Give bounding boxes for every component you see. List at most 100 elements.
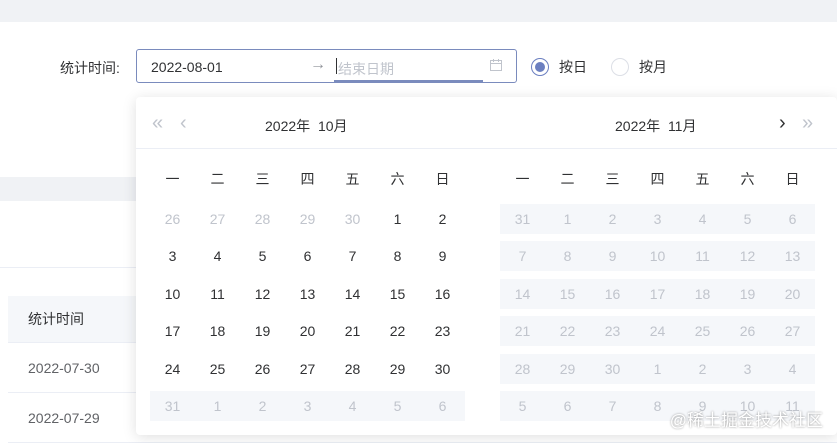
weekday-label: 一 xyxy=(515,171,530,187)
calendar-day-cell: 8 xyxy=(545,241,590,271)
calendar-day-cell[interactable]: 13 xyxy=(285,279,330,309)
calendar-day-cell[interactable]: 12 xyxy=(240,279,285,309)
start-date-input[interactable]: 2022-08-01 xyxy=(151,59,223,75)
text-caret xyxy=(336,58,337,74)
calendar-day-cell: 23 xyxy=(590,316,635,346)
calendar-day-cell[interactable]: 22 xyxy=(375,316,420,346)
calendar-day-cell: 26 xyxy=(725,316,770,346)
weekday-label: 日 xyxy=(785,171,800,187)
calendar-day-cell[interactable]: 16 xyxy=(420,279,465,309)
calendar-day-cell[interactable]: 21 xyxy=(330,316,375,346)
next-year-icon[interactable]: » xyxy=(802,113,813,133)
radio-by-month[interactable]: 按月 xyxy=(611,57,667,77)
calendar-day-cell: 22 xyxy=(545,316,590,346)
weekday-label: 二 xyxy=(210,171,225,187)
calendar-day-cell[interactable]: 4 xyxy=(195,241,240,271)
weekday-label: 四 xyxy=(300,171,315,187)
weekday-label: 五 xyxy=(695,171,710,187)
calendar-day-cell[interactable]: 23 xyxy=(420,316,465,346)
calendar-day-cell: 6 xyxy=(420,391,465,421)
calendar-day-cell[interactable]: 25 xyxy=(195,354,240,384)
calendar-day-cell[interactable]: 18 xyxy=(195,316,240,346)
radio-by-day-label: 按日 xyxy=(559,59,587,75)
date-range-popup: « ‹ 2022年 10月 2022年 11月 › » 一 二 三 四 五 六 … xyxy=(136,97,837,435)
calendar-day-cell: 5 xyxy=(375,391,420,421)
calendar-day-cell[interactable]: 29 xyxy=(285,204,330,234)
calendar-day-cell: 9 xyxy=(590,241,635,271)
calendar-day-cell[interactable]: 19 xyxy=(240,316,285,346)
calendar-day-cell[interactable]: 8 xyxy=(375,241,420,271)
calendar-icon xyxy=(490,59,502,71)
calendar-day-cell: 2 xyxy=(240,391,285,421)
left-title-month: 10月 xyxy=(317,118,348,134)
top-band xyxy=(0,0,837,22)
radio-unchecked-icon xyxy=(611,58,629,76)
calendar-day-cell: 7 xyxy=(500,241,545,271)
calendar-day-cell: 16 xyxy=(590,279,635,309)
calendar-day-cell: 4 xyxy=(330,391,375,421)
calendar-day-cell: 4 xyxy=(680,204,725,234)
calendar-week-row: 3456789 xyxy=(150,241,465,271)
calendar-day-cell[interactable]: 10 xyxy=(150,279,195,309)
calendar-week-row: 31 1 2 3 4 5 6 xyxy=(500,204,815,234)
calendar-day-cell[interactable]: 27 xyxy=(285,354,330,384)
calendar-day-cell[interactable]: 24 xyxy=(150,354,195,384)
calendar-day-cell[interactable]: 17 xyxy=(150,316,195,346)
calendar-day-cell[interactable]: 30 xyxy=(330,204,375,234)
date-range-picker[interactable]: 2022-08-01 → 结束日期 xyxy=(136,49,517,83)
calendar-day-cell[interactable]: 26 xyxy=(150,204,195,234)
calendar-day-cell[interactable]: 20 xyxy=(285,316,330,346)
calendar-day-cell[interactable]: 6 xyxy=(285,241,330,271)
stat-time-label: 统计时间: xyxy=(60,60,120,76)
right-title-year: 2022年 xyxy=(615,118,661,134)
calendar-day-cell: 11 xyxy=(680,241,725,271)
right-weekday-row: 一 二 三 四 五 六 日 xyxy=(500,169,815,189)
calendar-day-cell[interactable]: 7 xyxy=(330,241,375,271)
calendar-day-cell[interactable]: 28 xyxy=(330,354,375,384)
calendar-day-cell[interactable]: 11 xyxy=(195,279,240,309)
next-month-icon[interactable]: › xyxy=(779,113,786,133)
calendar-day-cell: 20 xyxy=(770,279,815,309)
calendar-day-cell[interactable]: 3 xyxy=(150,241,195,271)
prev-year-icon[interactable]: « xyxy=(152,113,163,133)
calendar-day-cell[interactable]: 2 xyxy=(420,204,465,234)
calendar-day-cell[interactable]: 15 xyxy=(375,279,420,309)
calendar-day-cell[interactable]: 26 xyxy=(240,354,285,384)
calendar-day-cell[interactable]: 1 xyxy=(375,204,420,234)
calendar-day-cell: 5 xyxy=(500,391,545,421)
calendar-day-cell: 29 xyxy=(545,354,590,384)
calendar-day-cell: 21 xyxy=(500,316,545,346)
calendar-day-cell: 18 xyxy=(680,279,725,309)
calendar-day-cell[interactable]: 30 xyxy=(420,354,465,384)
calendar-day-cell[interactable]: 28 xyxy=(240,204,285,234)
range-separator: → xyxy=(310,56,326,73)
calendar-day-cell: 30 xyxy=(590,354,635,384)
calendar-day-cell[interactable]: 5 xyxy=(240,241,285,271)
left-month-title: 2022年 10月 xyxy=(265,116,348,136)
calendar-day-cell: 19 xyxy=(725,279,770,309)
calendar-day-cell: 3 xyxy=(725,354,770,384)
calendar-week-row: 26 27 28 29 30 1 2 xyxy=(150,204,465,234)
calendar-day-cell[interactable]: 14 xyxy=(330,279,375,309)
calendar-week-row: 14 15 16 17 18 19 20 xyxy=(500,279,815,309)
right-month-title: 2022年 11月 xyxy=(615,116,696,136)
calendar-day-cell[interactable]: 9 xyxy=(420,241,465,271)
calendar-day-cell: 3 xyxy=(285,391,330,421)
weekday-label: 二 xyxy=(560,171,575,187)
weekday-label: 三 xyxy=(255,171,270,187)
calendar-week-row: 28 29 30 1 2 3 4 xyxy=(500,354,815,384)
calendar-day-cell: 15 xyxy=(545,279,590,309)
calendar-day-cell[interactable]: 29 xyxy=(375,354,420,384)
weekday-label: 三 xyxy=(605,171,620,187)
end-date-input[interactable]: 结束日期 xyxy=(334,50,483,82)
calendar-day-cell[interactable]: 27 xyxy=(195,204,240,234)
end-date-placeholder: 结束日期 xyxy=(338,61,394,77)
prev-month-icon[interactable]: ‹ xyxy=(180,113,187,133)
radio-by-day[interactable]: 按日 xyxy=(531,57,587,77)
calendar-day-cell: 2 xyxy=(680,354,725,384)
calendar-day-cell: 6 xyxy=(545,391,590,421)
calendar-week-row: 7 8 9 10 11 12 13 xyxy=(500,241,815,271)
calendar-day-cell: 17 xyxy=(635,279,680,309)
calendar-week-row: 24 25 26 27 28 29 30 xyxy=(150,354,465,384)
left-weekday-row: 一 二 三 四 五 六 日 xyxy=(150,169,465,189)
